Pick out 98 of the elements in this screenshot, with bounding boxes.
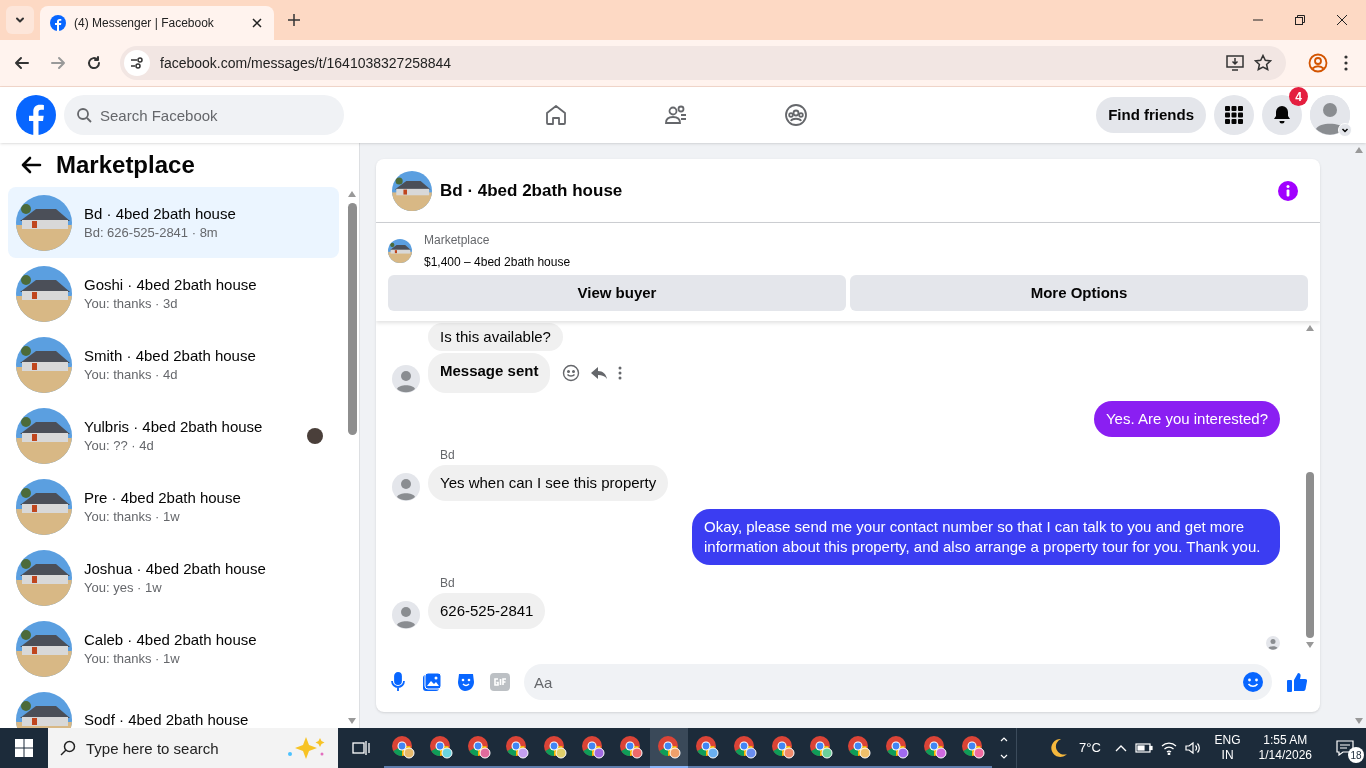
battery-icon[interactable]	[1134, 742, 1153, 754]
restore-icon[interactable]	[1294, 14, 1306, 26]
avatar-icon	[392, 601, 420, 629]
scrollbar-thumb[interactable]	[1306, 472, 1314, 638]
scroll-down-icon[interactable]	[1354, 718, 1363, 724]
conversation-title: Pre · 4bed 2bath house	[84, 487, 242, 508]
wifi-icon[interactable]	[1160, 741, 1177, 755]
conversation-title: Sodf · 4bed 2bath house	[84, 709, 250, 728]
site-settings-icon	[124, 50, 150, 76]
bell-icon[interactable]	[1272, 105, 1292, 125]
facebook-favicon	[50, 15, 66, 31]
conversation-preview: Bd: 626-525-2841 · 8m	[84, 223, 219, 242]
install-app-icon[interactable]	[1226, 54, 1244, 72]
emoji-icon[interactable]	[1242, 671, 1264, 693]
sender-name: Bd	[440, 447, 455, 463]
sparkle-icon	[286, 736, 326, 760]
menu-icon[interactable]	[1344, 55, 1348, 71]
incoming-message: Message sent	[428, 353, 551, 393]
listing-price: $1,400 – 4bed 2bath house	[424, 254, 571, 271]
listing-photo	[388, 239, 412, 263]
back-arrow-icon[interactable]	[20, 154, 42, 176]
smiley-icon[interactable]	[562, 364, 581, 382]
conversation-title: Caleb · 4bed 2bath house	[84, 629, 258, 650]
notification-badge: 4	[1289, 87, 1308, 106]
sidebar-title: Marketplace	[56, 150, 195, 180]
conversation-preview: You: thanks · 4d	[84, 365, 179, 384]
scrollbar-thumb[interactable]	[347, 203, 357, 435]
avatar-icon	[392, 473, 420, 501]
apps-menu-button[interactable]	[1214, 95, 1254, 135]
friends-icon[interactable]	[664, 103, 688, 127]
taskbar-search-field[interactable]: Type here to search	[48, 728, 338, 768]
url-text: facebook.com/messages/t/1641038327258844	[160, 53, 452, 73]
caret-icon[interactable]	[1338, 123, 1352, 137]
home-icon[interactable]	[544, 103, 568, 127]
close-icon[interactable]	[250, 16, 264, 30]
chevron-up-icon[interactable]	[1114, 744, 1127, 752]
temperature-text: 7°C	[1079, 739, 1101, 758]
listing-label: Marketplace	[424, 232, 491, 249]
thumbs-up-icon[interactable]	[1286, 671, 1308, 693]
find-friends-button[interactable]: Find friends	[1096, 97, 1206, 133]
photo-icon[interactable]	[422, 672, 442, 692]
reply-icon[interactable]	[590, 364, 609, 382]
scroll-down-icon[interactable]	[348, 718, 356, 724]
conversation-preview: You: thanks · 3d	[84, 294, 179, 313]
conversation-preview: You: yes · 1w	[84, 578, 163, 597]
scroll-up-icon[interactable]	[348, 191, 356, 197]
volume-icon[interactable]	[1184, 741, 1201, 755]
back-icon[interactable]	[12, 55, 32, 71]
new-tab-icon[interactable]	[286, 12, 302, 28]
search-icon	[60, 740, 76, 756]
bookmark-star-icon[interactable]	[1254, 54, 1272, 72]
conversation-title: Bd · 4bed 2bath house	[84, 203, 237, 224]
conversation-title: Joshua · 4bed 2bath house	[84, 558, 267, 579]
read-receipt-icon	[1266, 636, 1280, 650]
incoming-message: 626-525-2841	[428, 593, 546, 629]
region-text: IN	[1221, 748, 1234, 763]
facebook-logo[interactable]	[16, 95, 56, 135]
language-text: ENG	[1214, 733, 1241, 748]
sticker-icon[interactable]	[456, 672, 476, 692]
outgoing-message: Yes. Are you interested?	[1093, 401, 1280, 437]
listing-photo	[392, 170, 432, 211]
forward-icon[interactable]	[48, 55, 68, 71]
conversation-preview: You: thanks · 1w	[84, 649, 181, 668]
groups-icon[interactable]	[784, 103, 808, 127]
browser-tab[interactable]: (4) Messenger | Facebook	[40, 6, 274, 40]
scroll-down-icon[interactable]	[1306, 642, 1314, 648]
incoming-message: Is this available?	[428, 323, 563, 351]
conversation-preview: You: thanks · 1w	[84, 507, 181, 526]
conversation-title: Yulbris · 4bed 2bath house	[84, 416, 264, 437]
scroll-up-icon[interactable]	[1306, 325, 1314, 331]
tab-title: (4) Messenger | Facebook	[74, 15, 215, 32]
incoming-message: Yes when can I see this property	[428, 465, 669, 501]
more-icon[interactable]	[618, 366, 623, 380]
conversation-item[interactable]: Bd · 4bed 2bath house Bd: 626-525-2841 · 8m	[8, 187, 339, 258]
address-bar[interactable]: facebook.com/messages/t/1641038327258844	[120, 46, 1286, 80]
search-icon	[76, 107, 92, 123]
chrome-taskbar-icon[interactable]	[650, 728, 688, 768]
clock-time: 1:55 AM	[1263, 733, 1308, 748]
close-icon[interactable]	[1336, 14, 1348, 26]
listing-action-button[interactable]: View buyer	[388, 275, 846, 311]
clock-date: 1/14/2026	[1258, 748, 1312, 763]
profile-icon[interactable]	[1308, 53, 1328, 73]
search-field[interactable]: Search Facebook	[64, 95, 344, 135]
chat-title: Bd · 4bed 2bath house	[440, 179, 623, 202]
listing-action-button[interactable]: More Options	[850, 275, 1308, 311]
outgoing-message: Okay, please send me your contact number so that I can talk to you and get more information about this property, and also arrange a property tour for you. Thank you.	[692, 509, 1280, 565]
grid-menu-icon[interactable]	[1225, 106, 1243, 124]
conversation-title: Goshi · 4bed 2bath house	[84, 274, 258, 295]
conversation-preview: You: ?? · 4d	[84, 436, 155, 455]
conversation-title: Smith · 4bed 2bath house	[84, 345, 257, 366]
notification-count: 18	[1348, 747, 1364, 763]
avatar-icon	[392, 365, 420, 393]
start-icon[interactable]	[15, 739, 33, 757]
sender-name: Bd	[440, 575, 455, 591]
scroll-up-icon[interactable]	[1354, 147, 1363, 153]
info-icon[interactable]	[1278, 180, 1298, 201]
microphone-icon[interactable]	[388, 672, 408, 692]
message-input[interactable]: Aa	[524, 664, 1272, 700]
